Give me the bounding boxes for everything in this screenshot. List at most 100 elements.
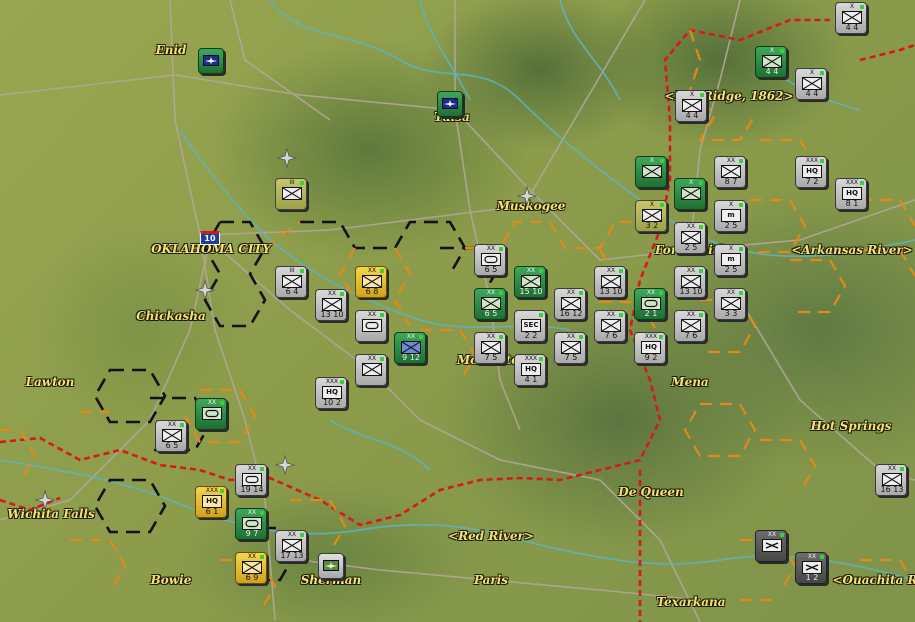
unit-counter[interactable]: X4 4 [755, 46, 787, 78]
city-label-de-queen[interactable]: De Queen [618, 485, 683, 499]
city-label-hot-springs[interactable]: Hot Springs [811, 419, 892, 433]
unit-counter[interactable]: XX 7 5 [474, 332, 506, 364]
city-label-texarkana[interactable]: Texarkana [656, 595, 725, 609]
unit-counter[interactable]: X4 4 [835, 2, 867, 34]
unit-counter[interactable]: X [674, 178, 706, 210]
unit-strength-label: 2 2 [524, 331, 538, 340]
airfield-icon[interactable] [34, 489, 56, 511]
city-label-bowie[interactable]: Bowie [151, 573, 192, 587]
unit-counter[interactable]: XXX HQ 4 1 [514, 354, 546, 386]
unit-counter[interactable]: XX 16 12 [554, 288, 586, 320]
unit-counter[interactable]: XX [755, 530, 787, 562]
infantry-unit-icon [282, 187, 302, 200]
status-indicator [739, 247, 743, 251]
unit-strength-label: 4 1 [524, 375, 538, 384]
airfield-icon[interactable] [516, 185, 538, 207]
unit-counter[interactable]: XXX HQ 9 2 [634, 332, 666, 364]
unit-counter[interactable]: XX 9 12 [394, 332, 426, 364]
status-indicator [380, 357, 384, 361]
city-label-red-river[interactable]: <Red River> [448, 529, 534, 543]
unit-strength-label: 7 5 [484, 353, 498, 362]
city-label-arkansas-river[interactable]: <Arkansas River> [791, 243, 912, 257]
status-indicator [539, 357, 543, 361]
unit-counter[interactable]: XXX HQ 7 2 [795, 156, 827, 188]
unit-counter[interactable]: XXX HQ 8 1 [835, 178, 867, 210]
unit-counter[interactable]: XX 3 3 [714, 288, 746, 320]
airfield-icon[interactable] [194, 279, 216, 301]
unit-counter[interactable]: X4 4 [675, 90, 707, 122]
city-label-paris[interactable]: Paris [474, 573, 508, 587]
status-indicator [739, 159, 743, 163]
status-indicator [820, 71, 824, 75]
city-label-lawton[interactable]: Lawton [26, 375, 75, 389]
unit-strength-label: 6 5 [484, 309, 498, 318]
status-indicator [380, 313, 384, 317]
unit-counter[interactable]: III [275, 178, 307, 210]
unit-counter[interactable]: XX 7 6 [674, 310, 706, 342]
status-indicator [300, 181, 304, 185]
unit-counter[interactable]: XX [355, 310, 387, 342]
city-label-enid[interactable]: Enid [156, 43, 187, 57]
unit-counter[interactable]: XX 8 7 [714, 156, 746, 188]
unit-strength-label: 9 7 [245, 529, 259, 538]
unit-counter[interactable]: XXX HQ 6 1 [195, 486, 227, 518]
unit-counter[interactable]: XX 16 13 [875, 464, 907, 496]
unit-counter[interactable]: XX 15 10 [514, 266, 546, 298]
unit-counter[interactable]: XX 13 10 [594, 266, 626, 298]
status-indicator [220, 489, 224, 493]
unit-counter[interactable]: X4 4 [795, 68, 827, 100]
unit-counter[interactable]: XX 7 6 [594, 310, 626, 342]
airfield-icon[interactable] [274, 454, 296, 476]
unit-counter[interactable]: XX 13 10 [315, 289, 347, 321]
unit-counter[interactable]: XX 2 5 [674, 222, 706, 254]
air-unit-counter[interactable] [437, 91, 463, 117]
unit-counter[interactable]: XX 6 5 [155, 420, 187, 452]
unit-strength-label: 6 4 [285, 287, 299, 296]
city-label-ouachita-river[interactable]: <Ouachita R [832, 573, 915, 587]
unit-counter[interactable]: XX [355, 354, 387, 386]
status-indicator [619, 313, 623, 317]
unit-counter[interactable]: XX 1 2 [795, 552, 827, 584]
status-indicator [860, 181, 864, 185]
unit-counter[interactable]: X3 2 [635, 200, 667, 232]
unit-strength-label: 4 4 [805, 89, 819, 98]
unit-counter[interactable]: XX 2 1 [634, 288, 666, 320]
city-label-chickasha[interactable]: Chickasha [136, 309, 206, 323]
unit-counter[interactable]: III 6 4 [275, 266, 307, 298]
status-indicator [340, 380, 344, 384]
airfield-icon[interactable] [276, 147, 298, 169]
unit-counter[interactable]: Xm2 5 [714, 244, 746, 276]
unit-counter[interactable]: XX 6 9 [235, 552, 267, 584]
unit-strength-label: 13 10 [320, 310, 344, 319]
unit-counter[interactable]: XX 6 5 [474, 244, 506, 276]
unit-counter[interactable]: SEC 2 2 [514, 310, 546, 342]
unit-counter[interactable]: XX 13 10 [674, 266, 706, 298]
unit-counter[interactable]: XX 17 13 [275, 530, 307, 562]
unit-strength-label: 4 4 [765, 67, 779, 76]
unit-counter[interactable]: XX 9 7 [235, 508, 267, 540]
unit-counter[interactable]: Xm2 5 [714, 200, 746, 232]
unit-counter[interactable]: XX 19 14 [235, 464, 267, 496]
unit-strength-label: 4 4 [845, 23, 859, 32]
unit-counter[interactable]: XX 6 8 [355, 266, 387, 298]
unit-counter[interactable]: XX 6 5 [474, 288, 506, 320]
armor-unit-icon [202, 407, 222, 420]
status-indicator [619, 269, 623, 273]
air-unit-counter[interactable] [198, 48, 224, 74]
status-indicator [860, 5, 864, 9]
status-indicator [660, 159, 664, 163]
status-indicator [539, 313, 543, 317]
aircraft-icon [203, 55, 219, 66]
unit-counter[interactable]: X [635, 156, 667, 188]
unit-strength-label: 10 2 [323, 398, 341, 407]
strategic-map[interactable]: Enid Tulsa Muskogee OKLAHOMA CITY Chicka… [0, 0, 915, 622]
unit-counter[interactable]: XX [195, 398, 227, 430]
unit-strength-label: 2 1 [644, 309, 658, 318]
air-unit-counter[interactable] [318, 553, 344, 579]
unit-counter[interactable]: XXX HQ 10 2 [315, 377, 347, 409]
status-indicator [539, 269, 543, 273]
status-indicator [300, 269, 304, 273]
interstate-shield: 10 [200, 231, 220, 245]
city-label-mena[interactable]: Mena [671, 375, 708, 389]
unit-counter[interactable]: XX 7 5 [554, 332, 586, 364]
